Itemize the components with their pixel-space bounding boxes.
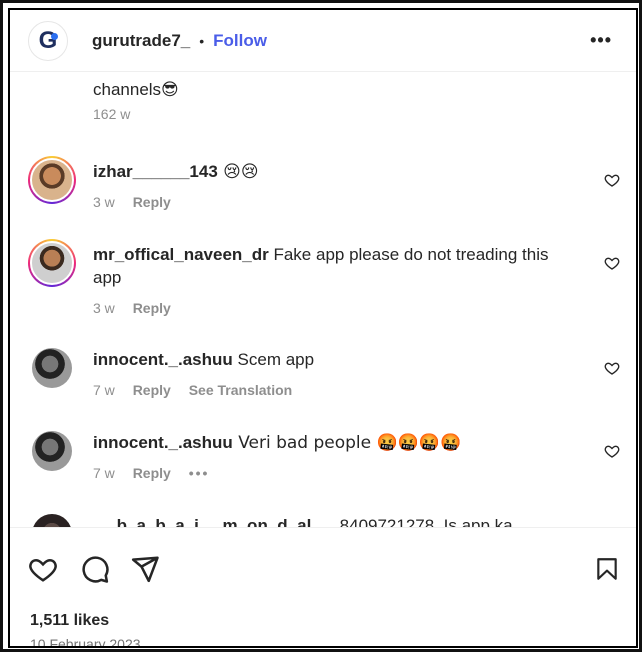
comment-meta: 3 w Reply <box>93 300 185 316</box>
comment-body: izhar______143 😢😢 <box>93 160 576 184</box>
comment-text: 😢😢 <box>217 162 259 182</box>
comment-username[interactable]: mr_offical_naveen_dr <box>93 245 269 264</box>
post-date: 10 February 2023 <box>30 636 141 648</box>
comment-username[interactable]: _._b_a_b_a_i_._m_on_d_al_._ <box>93 516 335 527</box>
profile-avatar[interactable]: G <box>28 20 68 61</box>
reply-button[interactable]: Reply <box>133 194 171 210</box>
comment-icon[interactable] <box>80 554 110 584</box>
likes-count[interactable]: 1,511 likes <box>30 612 109 630</box>
comment-time: 3 w <box>93 194 115 210</box>
comment-username[interactable]: innocent._.ashuu <box>93 433 233 452</box>
comments-list[interactable]: channels😎 162 w izhar______143 😢😢 3 w Re… <box>10 72 636 527</box>
post-header: G gurutrade7_ • Follow ••• <box>10 10 636 72</box>
heart-icon[interactable] <box>604 255 620 271</box>
comment-time: 7 w <box>93 382 115 398</box>
see-translation-button[interactable]: See Translation <box>189 382 292 398</box>
commenter-avatar[interactable] <box>28 239 76 287</box>
header-username[interactable]: gurutrade7_ <box>92 31 190 51</box>
header-separator: • <box>199 32 205 49</box>
commenter-avatar[interactable] <box>28 156 76 204</box>
reply-button[interactable]: Reply <box>133 465 171 481</box>
logo-dot <box>51 32 58 40</box>
heart-icon[interactable] <box>28 554 58 584</box>
more-options-icon[interactable]: ••• <box>590 30 612 51</box>
commenter-avatar[interactable] <box>32 514 72 527</box>
logo-letter: G <box>38 26 58 54</box>
commenter-avatar[interactable] <box>32 431 72 471</box>
reply-button[interactable]: Reply <box>133 382 171 398</box>
comment-meta: 3 w Reply <box>93 194 185 210</box>
post-panel: G gurutrade7_ • Follow ••• channels😎 162… <box>8 8 638 648</box>
comment-meta: 7 w Reply ••• <box>93 465 223 481</box>
heart-icon[interactable] <box>604 360 620 376</box>
comment-meta: 7 w Reply See Translation <box>93 382 306 398</box>
comment-body: mr_offical_naveen_dr Fake app please do … <box>93 243 576 289</box>
comment-text: Scem app <box>232 350 315 369</box>
post-actions: 1,511 likes 10 February 2023 <box>10 527 636 648</box>
comment-body: _._b_a_b_a_i_._m_on_d_al_._ 8409721278. … <box>93 514 576 527</box>
reply-button[interactable]: Reply <box>133 300 171 316</box>
comment-text: 8409721278. Is app ka <box>334 516 513 527</box>
bookmark-icon[interactable] <box>594 554 620 584</box>
comment-username[interactable]: innocent._.ashuu <box>93 350 233 369</box>
comment-more-icon[interactable]: ••• <box>189 465 210 481</box>
comment-text: Veri bad people 🤬🤬🤬🤬 <box>232 433 462 453</box>
comment-time: 162 w <box>93 106 131 122</box>
heart-icon[interactable] <box>604 172 620 188</box>
comment-body: innocent._.ashuu Scem app <box>93 348 576 371</box>
heart-icon[interactable] <box>604 443 620 459</box>
comment-username[interactable]: izhar______143 <box>93 162 218 181</box>
comment-time: 7 w <box>93 465 115 481</box>
follow-button[interactable]: Follow <box>213 31 267 51</box>
commenter-avatar[interactable] <box>32 348 72 388</box>
comment-time: 3 w <box>93 300 115 316</box>
comment-body: innocent._.ashuu Veri bad people 🤬🤬🤬🤬 <box>93 431 576 455</box>
comment-text: channels😎 <box>93 80 179 99</box>
send-icon[interactable] <box>130 554 160 584</box>
